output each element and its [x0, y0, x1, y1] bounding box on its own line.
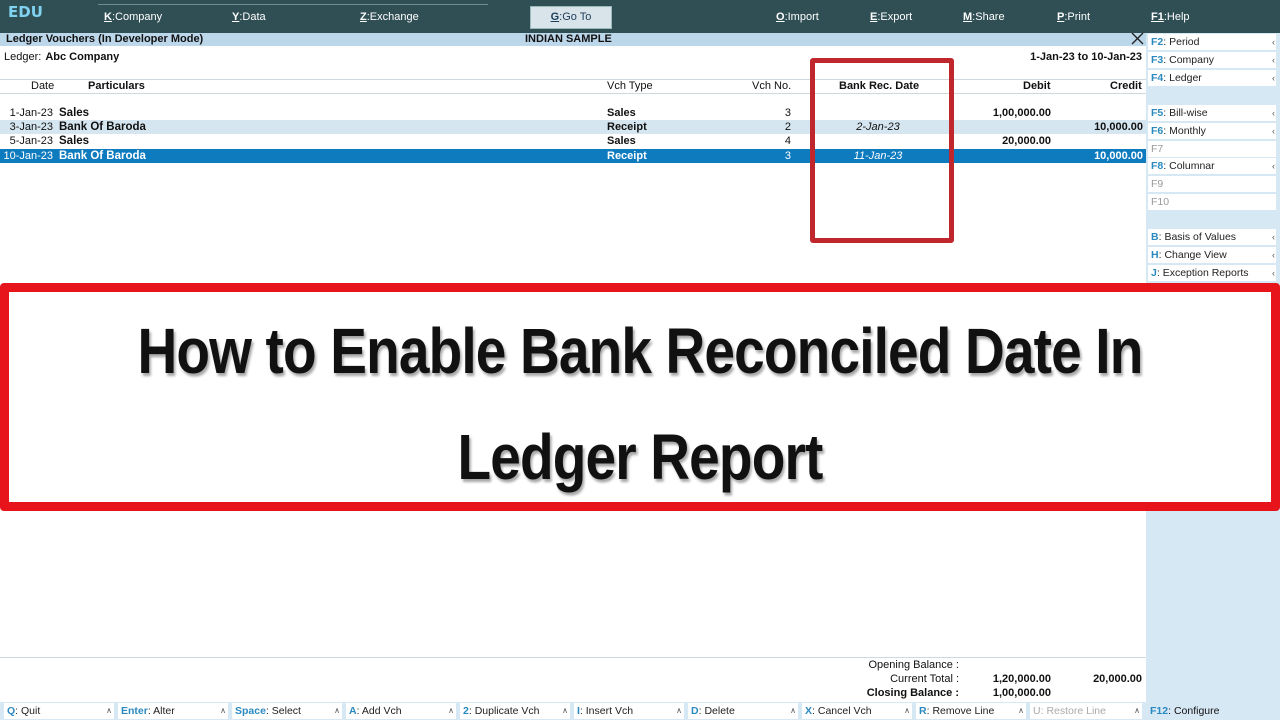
duplicate-vch-button[interactable]: 2: Duplicate Vch ∧	[460, 703, 570, 719]
menu-print[interactable]: P:Print	[1057, 11, 1090, 23]
delete-button[interactable]: D: Delete ∧	[688, 703, 798, 719]
menu-import[interactable]: O:Import	[776, 11, 819, 23]
col-date: Date	[31, 80, 55, 92]
col-credit: Credit	[1110, 80, 1142, 92]
header-divider-bottom	[0, 93, 1146, 94]
banner-line-2: Ledger Report	[457, 421, 824, 493]
report-period: 1-Jan-23 to 10-Jan-23	[1030, 51, 1142, 63]
col-vch-type: Vch Type	[607, 80, 653, 92]
alter-button[interactable]: Enter: Alter ∧	[118, 703, 228, 719]
highlight-box-bank-rec	[810, 58, 954, 243]
ledger-line: Ledger: Abc Company	[4, 51, 119, 63]
insert-vch-button[interactable]: I: Insert Vch ∧	[574, 703, 684, 719]
cancel-vch-button[interactable]: X: Cancel Vch ∧	[802, 703, 912, 719]
menu-data[interactable]: Y:Data	[232, 11, 266, 23]
menu-exchange[interactable]: Z:Exchange	[360, 11, 419, 23]
menu-go-to[interactable]: G:Go To	[530, 6, 612, 29]
app-logo: EDU	[8, 3, 43, 21]
menu-help[interactable]: F1:Help	[1151, 11, 1190, 23]
top-menu-bar: EDU K:Company Y:Data Z:Exchange G:Go To …	[0, 0, 1280, 33]
report-title: Ledger Vouchers (In Developer Mode)	[6, 33, 204, 45]
side-bill-wise-button[interactable]: F5: Bill-wise ‹	[1148, 105, 1276, 121]
ledger-name: Abc Company	[45, 51, 120, 63]
banner-line-1: How to Enable Bank Reconciled Date In	[137, 315, 1144, 387]
side-change-view-button[interactable]: H: Change View ‹	[1148, 247, 1276, 263]
side-f10-button[interactable]: F10	[1148, 194, 1276, 210]
remove-line-button[interactable]: R: Remove Line ∧	[916, 703, 1026, 719]
side-ledger-button[interactable]: F4: Ledger ‹	[1148, 70, 1276, 86]
side-basis-of-values-button[interactable]: B: Basis of Values ‹	[1148, 229, 1276, 245]
menu-export[interactable]: E:Export	[870, 11, 912, 23]
side-period-button[interactable]: F2: Period ‹	[1148, 34, 1276, 50]
closing-balance-debit: 1,00,000.00	[992, 687, 1051, 699]
configure-button[interactable]: F12: Configure	[1147, 703, 1278, 719]
side-exception-reports-button[interactable]: J: Exception Reports ‹	[1148, 265, 1276, 281]
totals-divider	[0, 657, 1146, 658]
current-total-debit: 1,20,000.00	[992, 673, 1051, 685]
table-row[interactable]: 3-Jan-23 Bank Of Baroda Receipt 2 2-Jan-23 10…	[0, 120, 1146, 134]
table-row[interactable]: 5-Jan-23 Sales Sales 4 20,000.00	[0, 134, 1146, 148]
current-total-label: Current Total :	[890, 673, 959, 685]
current-total-credit: 20,000.00	[1093, 673, 1142, 685]
quit-button[interactable]: Q: Quit ∧	[4, 703, 114, 719]
restore-line-button[interactable]: U: Restore Line ∧	[1030, 703, 1142, 719]
ledger-label: Ledger:	[4, 51, 42, 63]
col-vch-no: Vch No.	[752, 80, 792, 92]
table-row-selected[interactable]: 10-Jan-23 Bank Of Baroda Receipt 3 11-Jan-23…	[0, 149, 1146, 163]
side-company-button[interactable]: F3: Company ‹	[1148, 52, 1276, 68]
side-monthly-button[interactable]: F6: Monthly ‹	[1148, 123, 1276, 139]
table-row[interactable]: 1-Jan-23 Sales Sales 3 1,00,000.00	[0, 106, 1146, 120]
col-particulars: Particulars	[88, 80, 145, 92]
col-debit: Debit	[1023, 80, 1051, 92]
company-name: INDIAN SAMPLE	[525, 33, 612, 45]
top-divider	[98, 4, 488, 5]
header-divider-top	[0, 79, 1146, 80]
close-icon[interactable]	[1129, 30, 1145, 46]
opening-balance-label: Opening Balance :	[868, 659, 959, 671]
title-banner: How to Enable Bank Reconciled Date In Le…	[0, 283, 1280, 511]
side-f9-button[interactable]: F9	[1148, 176, 1276, 192]
closing-balance-label: Closing Balance :	[866, 687, 959, 699]
side-f7-button[interactable]: F7	[1148, 141, 1276, 157]
side-columnar-button[interactable]: F8: Columnar ‹	[1148, 158, 1276, 174]
menu-share[interactable]: M:Share	[963, 11, 1005, 23]
add-vch-button[interactable]: A: Add Vch ∧	[346, 703, 456, 719]
report-title-bar: Ledger Vouchers (In Developer Mode) INDI…	[0, 33, 1146, 46]
select-button[interactable]: Space: Select ∧	[232, 703, 342, 719]
menu-company[interactable]: K:Company	[104, 11, 162, 23]
